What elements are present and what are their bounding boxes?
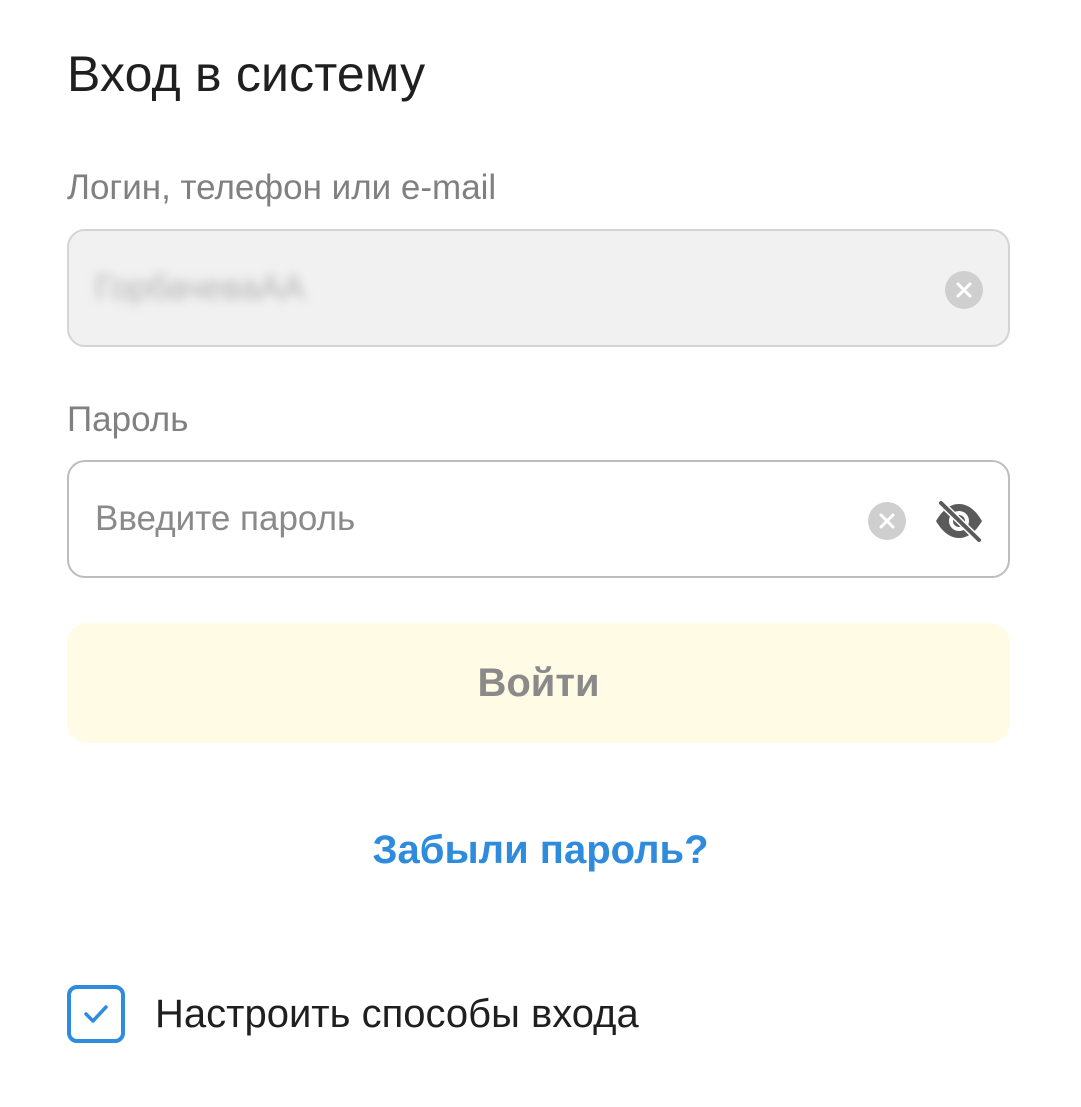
login-field-label: Логин, телефон или e-mail [67, 168, 497, 207]
login-input-value: ГорбачеваАА [95, 269, 305, 307]
configure-login-methods-option[interactable]: Настроить способы входа [67, 982, 639, 1046]
clear-login-icon[interactable] [945, 271, 983, 309]
forgot-password-link[interactable]: Забыли пароль? [0, 823, 1081, 877]
clear-password-icon[interactable] [868, 502, 906, 540]
eye-off-icon[interactable] [933, 499, 985, 544]
password-input-placeholder: Введите пароль [95, 499, 356, 538]
checkmark-icon [84, 1005, 108, 1023]
page-title: Вход в систему [67, 46, 426, 102]
close-icon [956, 282, 972, 298]
password-field-label: Пароль [67, 400, 189, 439]
password-input[interactable]: Введите пароль [67, 460, 1010, 578]
configure-login-methods-checkbox[interactable] [67, 985, 125, 1043]
login-button[interactable]: Войти [67, 623, 1010, 743]
close-icon [879, 513, 895, 529]
login-input[interactable]: ГорбачеваАА [67, 229, 1010, 347]
configure-login-methods-label: Настроить способы входа [155, 992, 639, 1036]
